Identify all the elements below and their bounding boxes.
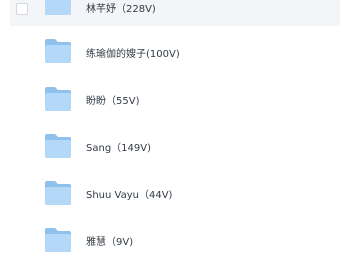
file-list: 林芊妤（228V) 练瑜伽的嫂子(100V) 盼盼（55V) Sang（149V…	[0, 0, 340, 252]
folder-icon	[45, 0, 71, 15]
folder-icon	[45, 228, 71, 252]
file-name[interactable]: Shuu Vayu（44V)	[86, 186, 172, 201]
file-name[interactable]: 盼盼（55V)	[86, 92, 139, 107]
folder-icon	[45, 181, 71, 205]
folder-icon	[45, 39, 71, 63]
file-row[interactable]: 练瑜伽的嫂子(100V)	[10, 28, 340, 74]
file-name[interactable]: 林芊妤（228V)	[86, 0, 156, 15]
file-name[interactable]: 雅慧（9V)	[86, 233, 133, 248]
file-name[interactable]: 练瑜伽的嫂子(100V)	[86, 45, 180, 60]
file-row[interactable]: Sang（149V)	[10, 123, 340, 169]
file-row[interactable]: 林芊妤（228V)	[10, 0, 340, 26]
file-row[interactable]: Shuu Vayu（44V)	[10, 170, 340, 216]
file-row[interactable]: 雅慧（9V)	[10, 217, 340, 263]
folder-icon	[45, 134, 71, 158]
row-checkbox[interactable]	[16, 3, 28, 15]
file-row[interactable]: 盼盼（55V)	[10, 76, 340, 122]
folder-icon	[45, 87, 71, 111]
file-name[interactable]: Sang（149V)	[86, 139, 151, 154]
